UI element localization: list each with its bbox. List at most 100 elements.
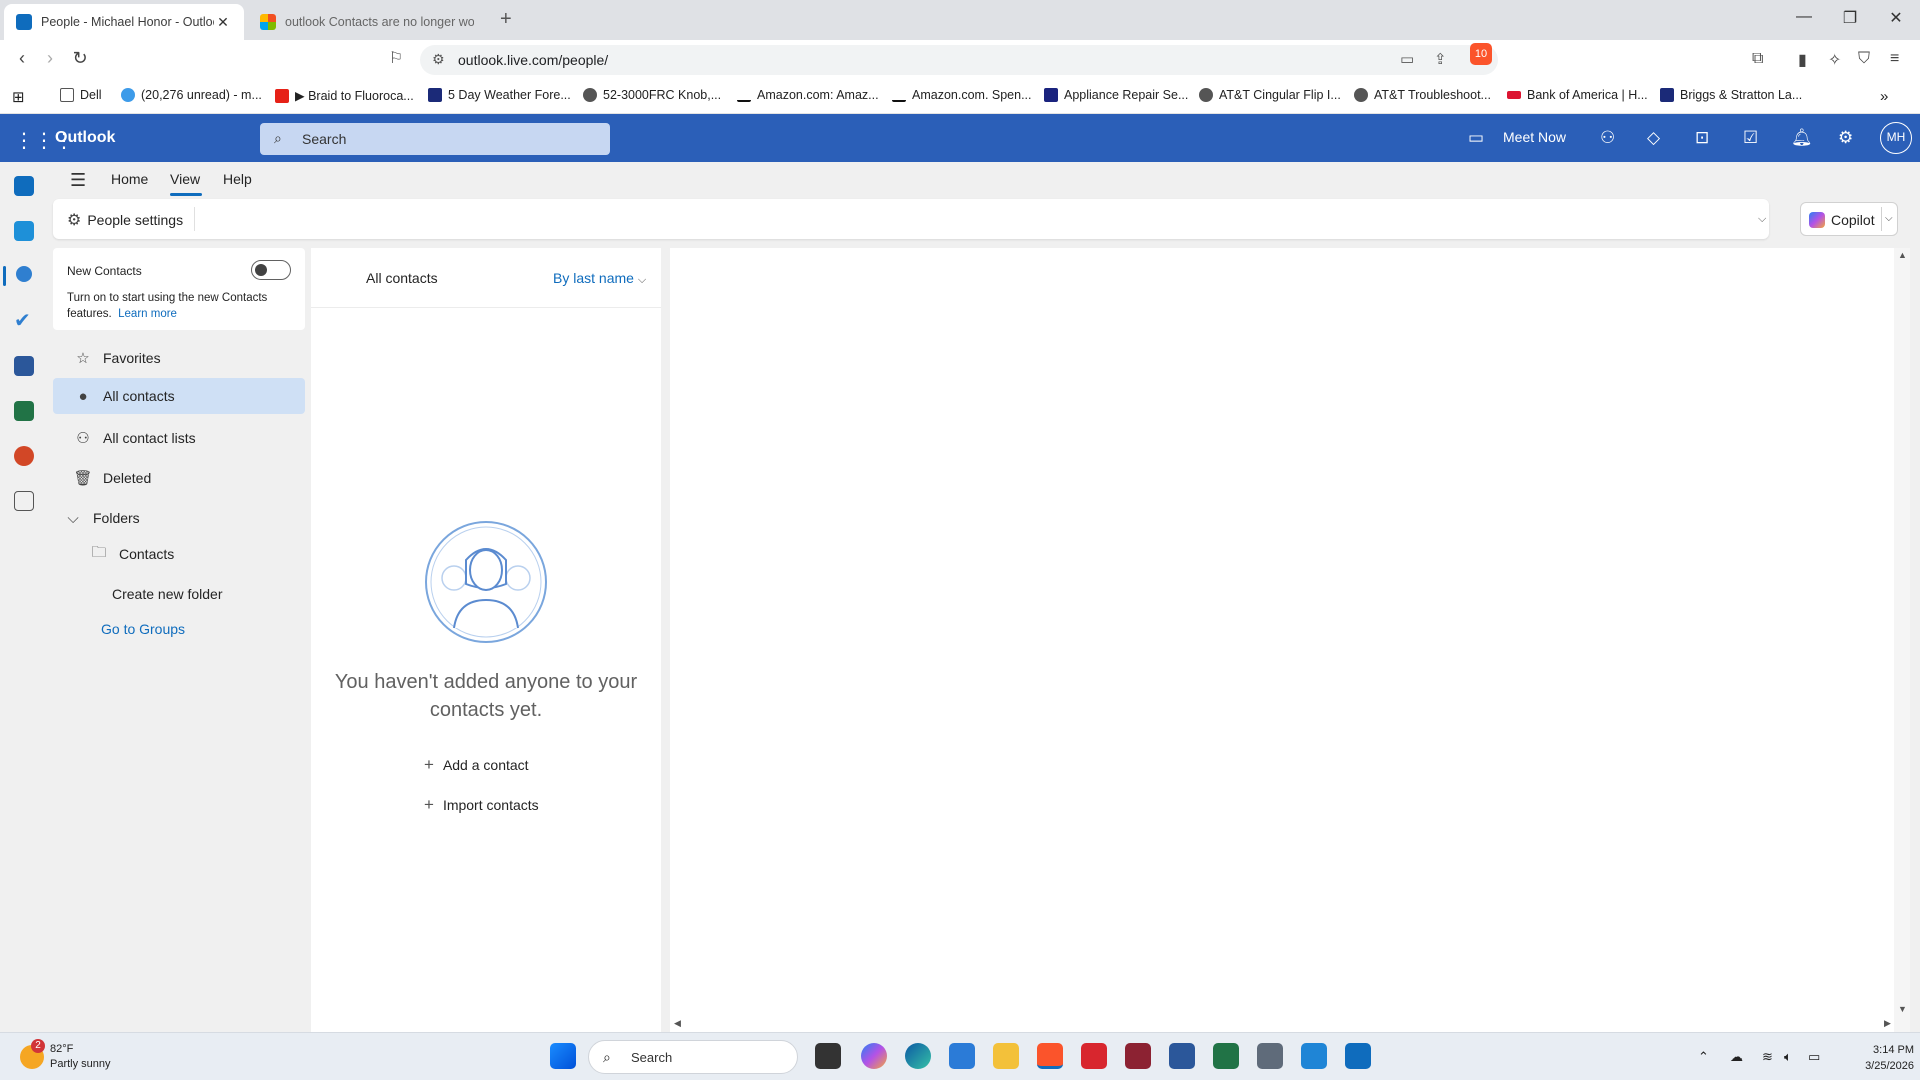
hamburger-menu-icon[interactable]: ☰ bbox=[70, 170, 86, 191]
restore-button[interactable]: ❐ bbox=[1830, 8, 1870, 28]
url-text[interactable]: outlook.live.com/people/ bbox=[458, 52, 608, 68]
bookmark-appliance[interactable]: Appliance Repair Se... bbox=[1044, 88, 1188, 102]
system-clock[interactable]: 3:14 PM 3/25/2026 bbox=[1830, 1042, 1914, 1074]
more-apps-icon[interactable] bbox=[14, 491, 34, 511]
share-icon[interactable]: ⇪ bbox=[1434, 50, 1447, 68]
bookmark-mail[interactable]: (20,276 unread) - m... bbox=[121, 88, 262, 102]
new-contacts-toggle[interactable] bbox=[251, 260, 291, 280]
nav-all-contact-lists[interactable]: ⚇ All contact lists bbox=[53, 420, 305, 456]
file-explorer-icon[interactable] bbox=[993, 1043, 1019, 1069]
volume-icon[interactable]: 🔈︎ bbox=[1784, 1049, 1792, 1065]
bookmark-att-troubleshoot[interactable]: AT&T Troubleshoot... bbox=[1354, 88, 1491, 102]
learn-more-link[interactable]: Learn more bbox=[118, 308, 177, 320]
edge-icon[interactable] bbox=[905, 1043, 931, 1069]
todo-icon[interactable]: ✔ bbox=[14, 311, 34, 331]
apps-icon[interactable]: ⊞ bbox=[12, 88, 25, 106]
bookmark-weather[interactable]: 5 Day Weather Fore... bbox=[428, 88, 571, 102]
word-icon[interactable] bbox=[14, 356, 34, 376]
close-tab-icon[interactable]: ✕ bbox=[214, 14, 232, 31]
weather-temperature[interactable]: 82°F bbox=[50, 1043, 73, 1055]
battery-icon[interactable]: ▭ bbox=[1808, 1049, 1820, 1065]
leo-ai-icon[interactable]: ✧ bbox=[1828, 50, 1841, 70]
word-icon[interactable] bbox=[1169, 1043, 1195, 1069]
reload-button[interactable]: ↻ bbox=[68, 48, 92, 69]
video-icon[interactable]: ▭ bbox=[1468, 128, 1484, 148]
vertical-scrollbar[interactable]: ▲ ▼ bbox=[1894, 248, 1910, 1032]
bookmark-knob[interactable]: 52-3000FRC Knob,... bbox=[583, 88, 721, 102]
people-settings-button[interactable]: ⚙ People settings bbox=[67, 210, 183, 230]
import-contacts-button[interactable]: + Import contacts bbox=[424, 795, 539, 815]
address-bar[interactable]: ⚙ outlook.live.com/people/ ▭ ⇪ bbox=[420, 45, 1498, 75]
snipping-icon[interactable] bbox=[1125, 1043, 1151, 1069]
chevron-up-icon[interactable]: ⌃ bbox=[1698, 1049, 1709, 1065]
weather-description[interactable]: Partly sunny bbox=[50, 1058, 111, 1070]
taskbar-search[interactable]: ⌕ Search bbox=[588, 1040, 798, 1074]
cast-icon[interactable]: ▭ bbox=[1400, 50, 1414, 68]
outlook-icon[interactable] bbox=[1345, 1043, 1371, 1069]
bookmark-amazon-1[interactable]: Amazon.com: Amaz... bbox=[737, 88, 879, 102]
brave-icon[interactable] bbox=[1037, 1043, 1063, 1069]
nav-favorites[interactable]: ☆ Favorites bbox=[53, 340, 305, 376]
my-day-icon[interactable]: ☑ bbox=[1743, 128, 1758, 148]
close-window-button[interactable]: ✕ bbox=[1876, 8, 1916, 28]
cloud-icon[interactable]: ☁ bbox=[1730, 1049, 1743, 1065]
bookmark-briggs[interactable]: Briggs & Stratton La... bbox=[1660, 88, 1802, 102]
new-tab-button[interactable]: + bbox=[500, 8, 512, 31]
tab-home[interactable]: Home bbox=[111, 171, 148, 187]
tab-people-outlook[interactable]: People - Michael Honor - Outlook ✕ bbox=[4, 4, 244, 40]
bookmark-amazon-2[interactable]: Amazon.com. Spen... bbox=[892, 88, 1032, 102]
outlook-brand[interactable]: Outlook bbox=[55, 129, 115, 147]
office-icon[interactable]: ⊡ bbox=[1695, 128, 1709, 148]
screenshot-icon[interactable]: ⧉ bbox=[1752, 50, 1763, 68]
nav-deleted[interactable]: 🗑︎ Deleted bbox=[53, 460, 305, 496]
calculator-icon[interactable] bbox=[1257, 1043, 1283, 1069]
back-button[interactable]: ‹ bbox=[10, 48, 34, 69]
expand-ribbon-icon[interactable]: ⌵ bbox=[1758, 213, 1766, 226]
wifi-icon[interactable]: ≋ bbox=[1762, 1049, 1773, 1065]
tab-outlook-contacts-question[interactable]: outlook Contacts are no longer working bbox=[248, 4, 486, 40]
bookmark-youtube[interactable]: ▶ Braid to Fluoroca... bbox=[275, 88, 414, 103]
gear-icon[interactable]: ⚙ bbox=[1838, 128, 1853, 148]
tab-help[interactable]: Help bbox=[223, 171, 252, 187]
site-info-icon[interactable]: ⚙ bbox=[432, 51, 445, 68]
copilot-app-icon[interactable] bbox=[861, 1043, 887, 1069]
sort-dropdown[interactable]: By last name ⌵ bbox=[553, 270, 646, 287]
search-input[interactable]: ⌕ Search bbox=[260, 123, 610, 155]
nav-contacts-folder[interactable]: 🗀︎ Contacts bbox=[53, 536, 305, 572]
calendar-icon[interactable] bbox=[14, 221, 34, 241]
powerpoint-icon[interactable] bbox=[14, 446, 34, 466]
premium-icon[interactable]: ◇ bbox=[1647, 128, 1660, 148]
sidebar-icon[interactable]: ▮ bbox=[1798, 50, 1807, 70]
bookmark-icon[interactable]: ⚐ bbox=[384, 48, 408, 68]
bookmark-dell[interactable]: Dell bbox=[60, 88, 102, 102]
bookmark-att-flip[interactable]: AT&T Cingular Flip I... bbox=[1199, 88, 1341, 102]
chevron-down-icon[interactable]: ⌵ bbox=[1885, 213, 1893, 224]
create-new-folder-button[interactable]: Create new folder bbox=[53, 576, 305, 612]
scroll-up-icon[interactable]: ▲ bbox=[1898, 250, 1907, 260]
bookmark-bank-of-america[interactable]: Bank of America | H... bbox=[1507, 88, 1648, 102]
forward-button[interactable]: › bbox=[38, 48, 62, 69]
nav-folders[interactable]: ⌵ Folders bbox=[53, 500, 305, 536]
excel-icon[interactable] bbox=[14, 401, 34, 421]
start-icon[interactable] bbox=[550, 1043, 576, 1069]
task-view-icon[interactable] bbox=[815, 1043, 841, 1069]
mail-icon[interactable] bbox=[14, 176, 34, 196]
meet-now-button[interactable]: Meet Now bbox=[1503, 129, 1566, 145]
scroll-right-icon[interactable]: ▶ bbox=[1884, 1018, 1891, 1029]
acrobat-icon[interactable] bbox=[1081, 1043, 1107, 1069]
excel-icon[interactable] bbox=[1213, 1043, 1239, 1069]
brave-shields-icon[interactable]: 10 bbox=[1470, 43, 1492, 65]
people-icon[interactable] bbox=[16, 266, 32, 282]
vpn-icon[interactable]: ⛉ bbox=[1858, 50, 1870, 68]
avatar[interactable]: MH bbox=[1880, 122, 1912, 154]
tab-view[interactable]: View bbox=[170, 171, 200, 187]
nav-all-contacts[interactable]: ● All contacts bbox=[53, 378, 305, 414]
scroll-down-icon[interactable]: ▼ bbox=[1898, 1004, 1907, 1014]
add-contact-button[interactable]: + Add a contact bbox=[424, 755, 529, 775]
more-bookmarks-icon[interactable]: » bbox=[1880, 88, 1888, 105]
network-app-icon[interactable] bbox=[1301, 1043, 1327, 1069]
bell-icon[interactable]: 🔔︎ bbox=[1791, 128, 1813, 148]
menu-icon[interactable]: ≡ bbox=[1890, 50, 1899, 68]
go-to-groups-link[interactable]: Go to Groups bbox=[101, 621, 185, 637]
teams-icon[interactable]: ⚇ bbox=[1600, 128, 1615, 148]
